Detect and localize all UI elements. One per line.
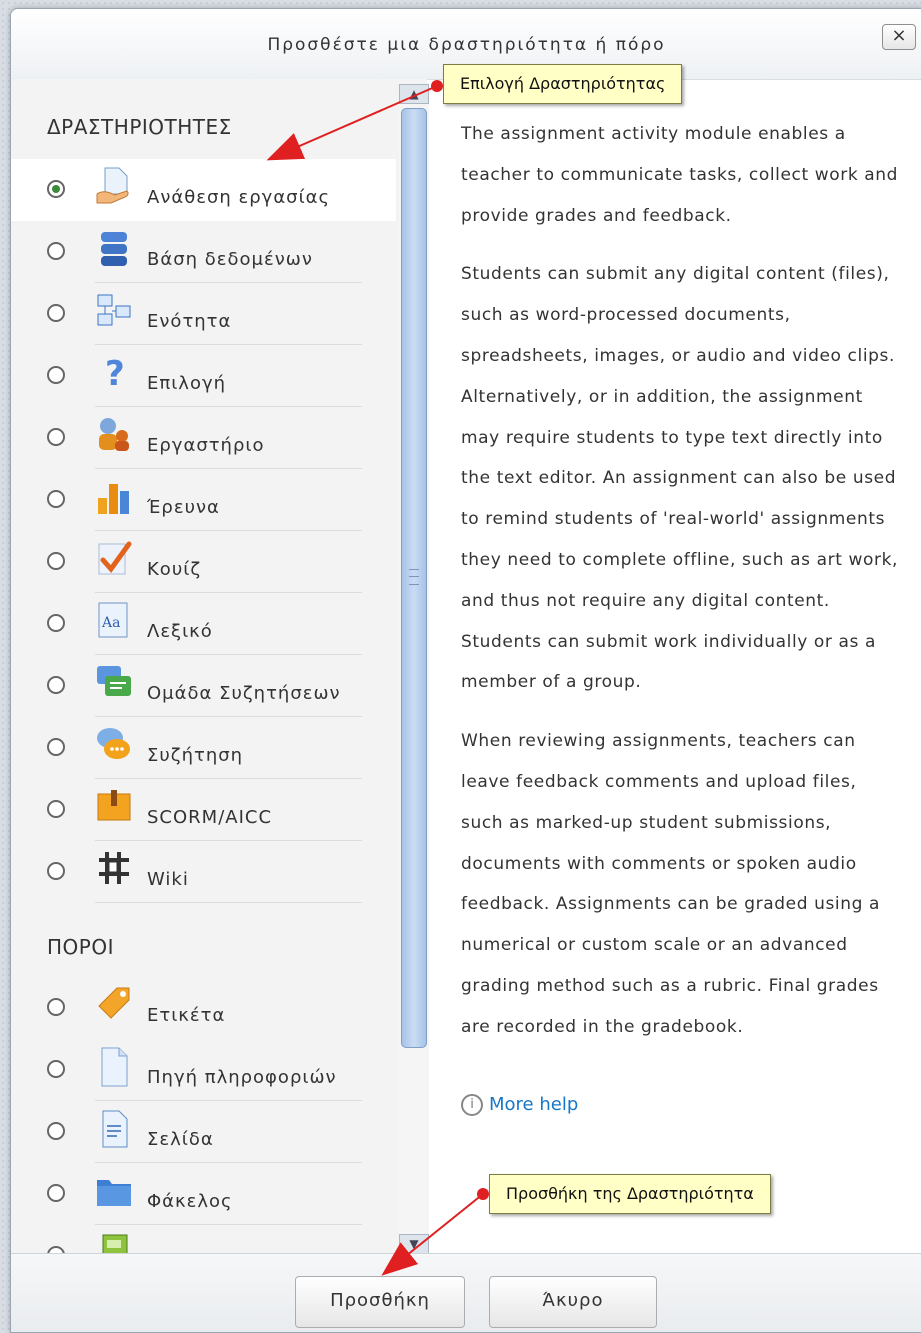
radio-button[interactable]	[47, 998, 65, 1016]
options-scrollbar[interactable]: ▲ ▼	[399, 84, 429, 1254]
option-label: Λεξικό	[147, 621, 213, 642]
svg-text:?: ?	[105, 354, 125, 394]
radio-button[interactable]	[47, 428, 65, 446]
option-forum[interactable]: Ομάδα Συζητήσεων	[11, 655, 396, 717]
option-chat[interactable]: Συζήτηση	[11, 717, 396, 779]
option-workshop[interactable]: Εργαστήριο	[11, 407, 396, 469]
option-assignment[interactable]: Ανάθεση εργασίας	[11, 159, 396, 221]
row-divider	[95, 902, 362, 903]
section-resources-heading: ΠΟΡΟΙ	[47, 935, 114, 959]
add-button[interactable]: Προσθήκη	[295, 1276, 465, 1328]
option-quiz[interactable]: Κουίζ	[11, 531, 396, 593]
page-icon	[102, 1110, 128, 1148]
section-activities-heading: ΔΡΑΣΤΗΡΙΟΤΗΤΕΣ	[47, 115, 232, 139]
more-help-link[interactable]: i More help	[461, 1094, 578, 1116]
forum-icon	[97, 666, 131, 696]
option-survey[interactable]: Έρευνα	[11, 469, 396, 531]
description-text: The assignment activity module enables a…	[461, 114, 901, 1048]
radio-button[interactable]	[47, 304, 65, 322]
radio-button[interactable]	[47, 242, 65, 260]
glossary-icon: Aa	[98, 602, 128, 638]
chat-icon	[97, 728, 130, 759]
quiz-checkmark-icon	[98, 541, 132, 575]
option-book[interactable]	[11, 1225, 396, 1254]
option-glossary[interactable]: Aa Λεξικό	[11, 593, 396, 655]
option-label: Βάση δεδομένων	[147, 249, 313, 270]
radio-button[interactable]	[47, 1184, 65, 1202]
option-label: Ανάθεση εργασίας	[147, 187, 331, 208]
radio-button[interactable]	[47, 862, 65, 880]
radio-button[interactable]	[47, 1060, 65, 1078]
option-folder[interactable]: Φάκελος	[11, 1163, 396, 1225]
dialog-title: Προσθέστε μια δραστηριότητα ή πόρο	[267, 35, 666, 55]
callout-select-activity: Επιλογή Δραστηριότητας	[443, 64, 683, 104]
description-pane: The assignment activity module enables a…	[461, 114, 901, 1224]
option-label: Κουίζ	[147, 559, 202, 580]
question-icon: ?	[105, 354, 125, 394]
description-paragraph: The assignment activity module enables a…	[461, 124, 899, 226]
module-icon	[97, 294, 131, 326]
option-label: Ενότητα	[147, 311, 232, 332]
scroll-up-arrow-icon[interactable]: ▲	[399, 84, 429, 104]
scorm-package-icon	[97, 790, 131, 821]
option-module[interactable]: Ενότητα	[11, 283, 396, 345]
options-list: ΔΡΑΣΤΗΡΙΟΤΗΤΕΣ Ανάθεση εργασίας Βάση δεδ…	[11, 79, 427, 1254]
scroll-thumb[interactable]	[401, 108, 427, 1048]
file-icon	[101, 1047, 128, 1087]
option-label: Ετικέτα	[147, 1005, 226, 1026]
scroll-down-arrow-icon[interactable]: ▼	[399, 1234, 429, 1254]
dialog-footer: Προσθήκη Άκυρο	[11, 1253, 921, 1332]
description-paragraph: When reviewing assignments, teachers can…	[461, 731, 881, 1037]
option-file[interactable]: Πηγή πληροφοριών	[11, 1039, 396, 1101]
option-label-resource[interactable]: Ετικέτα	[11, 977, 396, 1039]
option-database[interactable]: Βάση δεδομένων	[11, 221, 396, 283]
option-label: Wiki	[147, 869, 189, 890]
radio-button[interactable]	[47, 366, 65, 384]
workshop-icon	[99, 418, 129, 451]
option-label: Πηγή πληροφοριών	[147, 1067, 337, 1088]
cancel-button[interactable]: Άκυρο	[489, 1276, 657, 1328]
folder-icon	[97, 1180, 131, 1206]
help-link-text: More help	[489, 1094, 579, 1115]
option-label: Έρευνα	[147, 497, 220, 518]
book-icon	[102, 1234, 128, 1254]
radio-button[interactable]	[47, 800, 65, 818]
radio-button[interactable]	[47, 676, 65, 694]
wiki-icon	[99, 852, 129, 884]
survey-chart-icon	[98, 484, 129, 514]
option-label: Επιλογή	[147, 373, 227, 394]
svg-text:Aa: Aa	[101, 615, 120, 631]
callout-add-activity: Προσθήκη της Δραστηριότητα	[489, 1174, 771, 1214]
radio-button[interactable]	[47, 614, 65, 632]
close-button[interactable]: ×	[882, 24, 916, 50]
option-choice[interactable]: ? Επιλογή	[11, 345, 396, 407]
option-page[interactable]: Σελίδα	[11, 1101, 396, 1163]
option-label: SCORM/AICC	[147, 807, 273, 828]
radio-selected[interactable]	[47, 180, 65, 198]
option-label: Σελίδα	[147, 1129, 214, 1150]
radio-button[interactable]	[47, 738, 65, 756]
option-scorm[interactable]: SCORM/AICC	[11, 779, 396, 841]
scroll-grip	[409, 569, 419, 585]
database-icon	[101, 232, 127, 266]
radio-button[interactable]	[47, 552, 65, 570]
option-label: Φάκελος	[147, 1191, 233, 1212]
info-icon: i	[461, 1094, 483, 1116]
option-label: Συζήτηση	[147, 745, 244, 766]
assignment-icon	[96, 167, 129, 204]
label-tag-icon	[98, 987, 130, 1019]
option-label: Ομάδα Συζητήσεων	[147, 683, 341, 704]
option-wiki[interactable]: Wiki	[11, 841, 396, 903]
activity-chooser-dialog: Προσθέστε μια δραστηριότητα ή πόρο × ΔΡΑ…	[10, 8, 921, 1333]
description-paragraph: Students can submit any digital content …	[461, 264, 899, 693]
radio-button[interactable]	[47, 490, 65, 508]
radio-button[interactable]	[47, 1122, 65, 1140]
option-label: Εργαστήριο	[147, 435, 265, 456]
